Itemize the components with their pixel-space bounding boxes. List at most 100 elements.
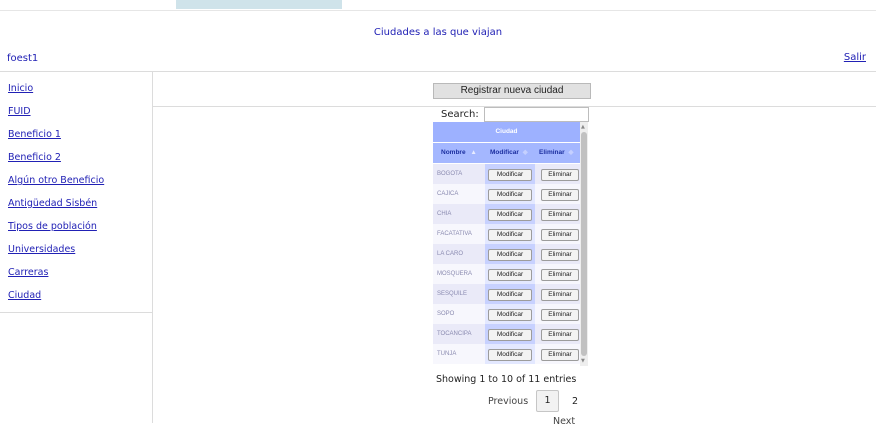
table-row: CHIA Modificar Eliminar: [433, 204, 580, 224]
cell-modificar: Modificar: [485, 204, 535, 224]
modify-button[interactable]: Modificar: [488, 229, 532, 241]
sidebar-item-beneficio-1[interactable]: Beneficio 1: [8, 129, 61, 140]
delete-button[interactable]: Eliminar: [541, 329, 579, 341]
pagination-next[interactable]: Next: [553, 416, 575, 427]
cell-eliminar: Eliminar: [535, 224, 580, 244]
cell-eliminar: Eliminar: [535, 284, 580, 304]
main-divider: [152, 72, 153, 423]
cell-nombre: SESQUILE: [433, 284, 485, 304]
cell-nombre: SOPO: [433, 304, 485, 324]
cell-modificar: Modificar: [485, 264, 535, 284]
sort-icon: ◆: [522, 149, 528, 156]
cell-modificar: Modificar: [485, 224, 535, 244]
delete-button[interactable]: Eliminar: [541, 269, 579, 281]
delete-button[interactable]: Eliminar: [541, 249, 579, 261]
delete-button[interactable]: Eliminar: [541, 209, 579, 221]
sort-icon: ◆: [568, 149, 574, 156]
column-header-eliminar-label: Eliminar: [539, 149, 565, 156]
table-row: TUNJA Modificar Eliminar: [433, 344, 580, 364]
table-row: SESQUILE Modificar Eliminar: [433, 284, 580, 304]
search-input[interactable]: [484, 107, 589, 122]
modify-button[interactable]: Modificar: [488, 329, 532, 341]
column-header-nombre-label: Nombre: [441, 149, 466, 156]
sidebar-item-tipos-poblacion[interactable]: Tipos de población: [8, 221, 97, 232]
column-header-modificar[interactable]: Modificar ◆: [490, 143, 528, 163]
cell-modificar: Modificar: [485, 324, 535, 344]
scroll-down-icon[interactable]: ▼: [581, 358, 585, 364]
column-header-nombre[interactable]: Nombre ▲: [441, 143, 477, 163]
modify-button[interactable]: Modificar: [488, 269, 532, 281]
scroll-up-icon[interactable]: ▲: [581, 124, 585, 130]
page-header: Ciudades a las que viajan foest1 Salir: [0, 11, 876, 72]
sidebar-item-carreras[interactable]: Carreras: [8, 267, 48, 278]
cell-nombre: MOSQUERA: [433, 264, 485, 284]
cell-nombre: LA CARO: [433, 244, 485, 264]
sidebar-item-ciudad[interactable]: Ciudad: [8, 290, 41, 301]
sidebar-item-universidades[interactable]: Universidades: [8, 244, 75, 255]
sidebar-item-otro-beneficio[interactable]: Algún otro Beneficio: [8, 175, 104, 186]
modify-button[interactable]: Modificar: [488, 349, 532, 361]
table-info: Showing 1 to 10 of 11 entries: [436, 374, 577, 385]
cell-modificar: Modificar: [485, 164, 535, 184]
cell-eliminar: Eliminar: [535, 244, 580, 264]
sidebar-item-antiguedad-sisben[interactable]: Antigüedad Sisbén: [8, 198, 97, 209]
pagination-previous[interactable]: Previous: [488, 396, 528, 407]
cell-modificar: Modificar: [485, 284, 535, 304]
cell-eliminar: Eliminar: [535, 264, 580, 284]
sidebar-item-fuid[interactable]: FUID: [8, 106, 31, 117]
modify-button[interactable]: Modificar: [488, 189, 532, 201]
cell-modificar: Modificar: [485, 184, 535, 204]
cell-eliminar: Eliminar: [535, 344, 580, 364]
table-column-headers: Nombre ▲ Modificar ◆ Eliminar ◆: [433, 143, 580, 163]
table-row: LA CARO Modificar Eliminar: [433, 244, 580, 264]
search-label: Search:: [441, 109, 479, 120]
sidebar-item-inicio[interactable]: Inicio: [8, 83, 33, 94]
scrollbar-thumb[interactable]: [581, 132, 587, 356]
cell-eliminar: Eliminar: [535, 324, 580, 344]
top-tab: [176, 0, 342, 9]
cell-nombre: CHIA: [433, 204, 485, 224]
delete-button[interactable]: Eliminar: [541, 229, 579, 241]
table-row: SOPO Modificar Eliminar: [433, 304, 580, 324]
sidebar-item-beneficio-2[interactable]: Beneficio 2: [8, 152, 61, 163]
column-header-eliminar[interactable]: Eliminar ◆: [539, 143, 573, 163]
cell-eliminar: Eliminar: [535, 164, 580, 184]
modify-button[interactable]: Modificar: [488, 209, 532, 221]
delete-button[interactable]: Eliminar: [541, 189, 579, 201]
modify-button[interactable]: Modificar: [488, 169, 532, 181]
cell-nombre: FACATATIVA: [433, 224, 485, 244]
sidebar: Inicio FUID Beneficio 1 Beneficio 2 Algú…: [0, 72, 153, 313]
cell-modificar: Modificar: [485, 244, 535, 264]
cell-nombre: CAJICA: [433, 184, 485, 204]
cell-eliminar: Eliminar: [535, 184, 580, 204]
delete-button[interactable]: Eliminar: [541, 169, 579, 181]
table-row: TOCANCIPA Modificar Eliminar: [433, 324, 580, 344]
table-row: BOGOTA Modificar Eliminar: [433, 164, 580, 184]
modify-button[interactable]: Modificar: [488, 289, 532, 301]
cell-modificar: Modificar: [485, 304, 535, 324]
cell-eliminar: Eliminar: [535, 304, 580, 324]
delete-button[interactable]: Eliminar: [541, 309, 579, 321]
sort-asc-icon: ▲: [470, 149, 477, 156]
modify-button[interactable]: Modificar: [488, 249, 532, 261]
cities-table: Ciudad Nombre ▲ Modificar ◆ Eliminar ◆ B…: [433, 122, 588, 366]
pagination-page-2[interactable]: 2: [572, 396, 578, 407]
cell-nombre: BOGOTA: [433, 164, 485, 184]
table-group-header: Ciudad: [433, 122, 580, 142]
column-header-modificar-label: Modificar: [490, 149, 519, 156]
pagination-page-1[interactable]: 1: [536, 390, 559, 412]
username: foest1: [7, 53, 39, 64]
table-row: FACATATIVA Modificar Eliminar: [433, 224, 580, 244]
cell-modificar: Modificar: [485, 344, 535, 364]
table-row: MOSQUERA Modificar Eliminar: [433, 264, 580, 284]
cell-nombre: TUNJA: [433, 344, 485, 364]
cell-nombre: TOCANCIPA: [433, 324, 485, 344]
table-row: CAJICA Modificar Eliminar: [433, 184, 580, 204]
page-title: Ciudades a las que viajan: [373, 27, 503, 38]
delete-button[interactable]: Eliminar: [541, 289, 579, 301]
delete-button[interactable]: Eliminar: [541, 349, 579, 361]
modify-button[interactable]: Modificar: [488, 309, 532, 321]
logout-link[interactable]: Salir: [844, 52, 866, 63]
register-city-button[interactable]: Registrar nueva ciudad: [433, 83, 591, 99]
cell-eliminar: Eliminar: [535, 204, 580, 224]
